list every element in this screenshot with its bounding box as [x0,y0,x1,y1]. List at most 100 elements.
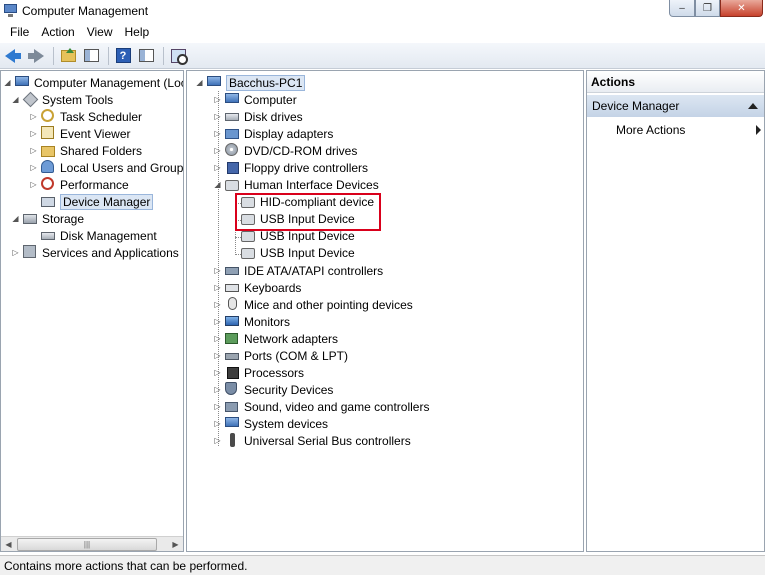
device-category[interactable]: ▷ Processors [213,364,304,381]
device-category-label: Computer [244,92,297,107]
storage-icon [23,211,39,227]
expander-icon[interactable]: ▷ [213,95,222,104]
expander-icon[interactable]: ▷ [213,385,222,394]
device-category[interactable]: ▷ Ports (COM & LPT) [213,347,348,364]
expander-icon[interactable]: ◢ [3,78,12,87]
device-category[interactable]: ▷ Disk drives [213,108,302,125]
show-hide-console-tree-button[interactable] [81,46,101,66]
device-category[interactable]: ▷ IDE ATA/ATAPI controllers [213,262,383,279]
menu-action[interactable]: Action [35,25,80,39]
computer-icon [207,75,223,91]
expander-icon[interactable]: ▷ [213,351,222,360]
tree-item-local-users-and-groups[interactable]: ▷ Local Users and Groups [29,159,183,176]
expander-icon[interactable]: ▷ [213,266,222,275]
tree-label: Performance [60,177,129,192]
menu-view[interactable]: View [81,25,119,39]
network-icon [225,331,241,347]
maximize-button[interactable]: ❐ [695,0,720,17]
tree-item-shared-folders[interactable]: ▷ Shared Folders [29,142,142,159]
actions-section-device-manager[interactable]: Device Manager [587,95,764,117]
root-computer-label: Bacchus-PC1 [226,74,306,91]
expander-icon[interactable]: ◢ [213,180,222,189]
device-category[interactable]: ▷ Universal Serial Bus controllers [213,432,411,449]
tree-item-root-computer[interactable]: ◢ Bacchus-PC1 [195,74,306,91]
tree-item-task-scheduler[interactable]: ▷ Task Scheduler [29,108,142,125]
expander-icon[interactable]: ▷ [213,146,222,155]
expander-icon[interactable]: ▷ [213,436,222,445]
tree-item-services-and-applications[interactable]: ▷ Services and Applications [11,244,179,261]
menu-help[interactable]: Help [119,25,156,39]
expander-icon[interactable]: ▷ [213,283,222,292]
expander-icon[interactable]: ▷ [29,146,38,155]
help-button[interactable]: ? [113,46,133,66]
minimize-button[interactable]: ‒ [669,0,695,17]
device-category[interactable]: ▷ Sound, video and game controllers [213,398,429,415]
tree-item-device-manager[interactable]: Device Manager [29,193,154,210]
device-category-label: Universal Serial Bus controllers [244,433,411,448]
device-category[interactable]: ▷ Computer [213,91,297,108]
expander-icon[interactable]: ▷ [29,180,38,189]
more-actions-item[interactable]: More Actions [616,121,761,138]
device-category-label: Monitors [244,314,291,329]
device-item[interactable]: USB Input Device [241,244,355,261]
forward-button[interactable] [26,46,46,66]
device-category[interactable]: ▷ Keyboards [213,279,301,296]
scan-hardware-changes-button[interactable] [168,46,188,66]
collapse-caret-icon[interactable] [748,103,758,109]
scroll-left-button[interactable]: ◀ [1,537,16,552]
expander-icon[interactable]: ▷ [213,129,222,138]
expander-icon[interactable]: ◢ [11,214,20,223]
device-category[interactable]: ▷ Display adapters [213,125,333,142]
device-category-label: DVD/CD-ROM drives [244,143,358,158]
window-title: Computer Management [22,3,149,18]
expander-icon[interactable]: ◢ [11,95,20,104]
scroll-right-button[interactable]: ▶ [168,537,183,552]
show-hide-action-pane-button[interactable] [136,46,156,66]
tree-item-computer-management[interactable]: ◢ Computer Management (Local [3,74,183,91]
floppy-icon [225,160,241,176]
menu-file[interactable]: File [4,25,35,39]
expander-icon[interactable]: ▷ [213,163,222,172]
tree-item-event-viewer[interactable]: ▷ Event Viewer [29,125,130,142]
status-text: Contains more actions that can be perfor… [4,558,248,573]
tree-item-storage[interactable]: ◢ Storage [11,210,84,227]
expander-icon[interactable]: ▷ [213,300,222,309]
expander-icon[interactable]: ▷ [213,317,222,326]
up-one-level-button[interactable] [58,46,78,66]
expander-icon[interactable]: ▷ [213,112,222,121]
forward-arrow-icon [34,48,44,63]
tree-item-disk-management[interactable]: Disk Management [29,227,157,244]
back-button[interactable] [3,46,23,66]
expander-icon[interactable]: ▷ [213,402,222,411]
scrollbar-grip: ||| [83,540,91,549]
device-item-label: USB Input Device [260,211,355,226]
expander-icon[interactable]: ▷ [11,248,20,257]
device-item[interactable]: HID-compliant device [241,193,374,210]
expander-icon[interactable]: ▷ [29,129,38,138]
expander-icon[interactable]: ▷ [29,112,38,121]
actions-pane: Actions Device Manager More Actions [586,70,765,552]
device-category[interactable]: ▷ System devices [213,415,328,432]
expander-icon[interactable]: ▷ [213,419,222,428]
tree-item-system-tools[interactable]: ◢ System Tools [11,91,113,108]
expander-icon[interactable]: ▷ [213,334,222,343]
device-category-human-interface-devices[interactable]: ◢ Human Interface Devices [213,176,378,193]
expander-icon[interactable]: ▷ [213,368,222,377]
close-button[interactable]: ✕ [720,0,763,17]
tree-item-performance[interactable]: ▷ Performance [29,176,129,193]
device-category[interactable]: ▷ DVD/CD-ROM drives [213,142,357,159]
expander-icon[interactable]: ◢ [195,78,204,87]
device-category[interactable]: ▷ Floppy drive controllers [213,159,368,176]
help-icon: ? [115,48,131,63]
device-item[interactable]: USB Input Device [241,227,355,244]
device-item[interactable]: USB Input Device [241,210,355,227]
device-category[interactable]: ▷ Security Devices [213,381,333,398]
device-category[interactable]: ▷ Mice and other pointing devices [213,296,413,313]
scrollbar-thumb[interactable]: ||| [17,538,157,551]
device-category[interactable]: ▷ Monitors [213,313,290,330]
ide-icon [225,263,241,279]
device-tree-pane: ◢ Bacchus-PC1 ▷ Computer ▷ Disk drives ▷… [186,70,584,552]
expander-icon[interactable]: ▷ [29,163,38,172]
device-category[interactable]: ▷ Network adapters [213,330,338,347]
horizontal-scrollbar[interactable]: ◀ ||| ▶ [1,536,183,551]
